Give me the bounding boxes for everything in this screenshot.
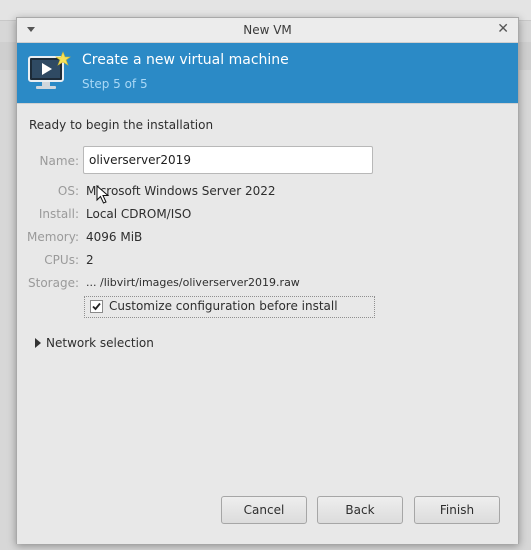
memory-value: 4096 MiB [86, 230, 143, 244]
checkmark-icon [92, 302, 101, 311]
window-title: New VM [243, 23, 292, 37]
wizard-header: Create a new virtual machine Step 5 of 5 [17, 43, 518, 103]
close-icon[interactable]: ✕ [497, 21, 509, 37]
storage-value: ... /libvirt/images/oliverserver2019.raw [86, 276, 300, 289]
back-button[interactable]: Back [317, 496, 403, 524]
cpus-label: CPUs: [44, 253, 79, 267]
mouse-pointer-icon [96, 185, 110, 204]
memory-label: Memory: [27, 230, 79, 244]
wizard-body: Ready to begin the installation Name: ol… [17, 103, 518, 544]
cancel-button[interactable]: Cancel [221, 496, 307, 524]
name-label: Name: [39, 154, 79, 168]
new-vm-dialog: New VM ✕ Create a new virtual machine St… [16, 17, 519, 544]
cpus-value: 2 [86, 253, 94, 267]
customize-checkbox[interactable] [90, 300, 103, 313]
finish-button[interactable]: Finish [414, 496, 500, 524]
vm-monitor-icon [28, 51, 71, 89]
install-value: Local CDROM/ISO [86, 207, 192, 221]
wizard-step: Step 5 of 5 [82, 77, 148, 91]
wizard-title: Create a new virtual machine [82, 52, 289, 68]
storage-label: Storage: [28, 276, 79, 290]
network-selection-expander[interactable]: Network selection [35, 336, 154, 350]
os-label: OS: [57, 184, 79, 198]
name-input[interactable]: oliverserver2019 [83, 146, 373, 174]
titlebar: New VM ✕ [17, 18, 518, 43]
customize-checkbox-row[interactable]: Customize configuration before install [84, 296, 375, 318]
customize-checkbox-label: Customize configuration before install [109, 299, 338, 313]
triangle-right-icon [35, 338, 41, 348]
install-label: Install: [38, 207, 79, 221]
network-selection-label: Network selection [46, 336, 154, 350]
os-value: Microsoft Windows Server 2022 [86, 184, 276, 198]
summary-heading: Ready to begin the installation [29, 118, 214, 132]
